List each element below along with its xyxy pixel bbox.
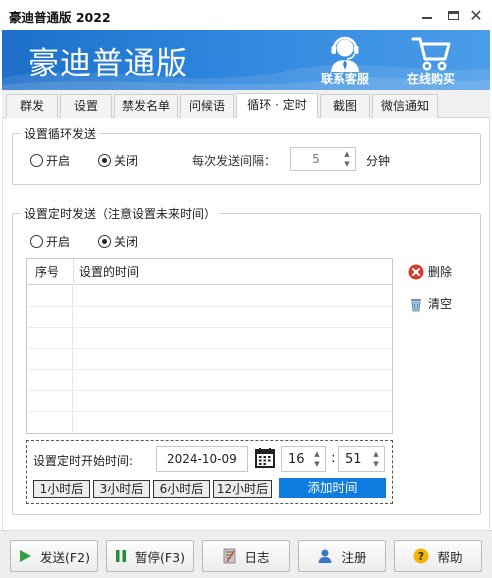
column-index: 序号: [35, 265, 60, 279]
send-label: 发送(F2): [40, 549, 90, 565]
buy-online-button[interactable]: 在线购买: [396, 32, 466, 90]
delete-button[interactable]: 删除: [408, 263, 452, 280]
interval-unit: 分钟: [366, 154, 391, 168]
footer-toolbar: 发送(F2) 暂停(F3) 日志 注册 ? 帮助: [0, 530, 492, 578]
time-separator: :: [331, 450, 336, 466]
interval-label: 每次发送间隔：: [192, 154, 277, 168]
pause-button[interactable]: 暂停(F3): [106, 540, 194, 572]
timed-list-table[interactable]: 序号 设置的时间: [26, 258, 393, 434]
title-bar: 豪迪普通版 2022 ✕: [0, 0, 492, 30]
delete-label: 删除: [428, 265, 453, 279]
column-time: 设置的时间: [79, 265, 140, 279]
minute-stepper[interactable]: 51 ▲ ▼: [338, 446, 385, 472]
tab-settings[interactable]: 设置: [60, 94, 112, 118]
tab-wechat-notify[interactable]: 微信通知: [372, 94, 438, 118]
register-label: 注册: [341, 549, 367, 565]
loop-on-label: 开启: [46, 154, 71, 168]
trash-can-icon: [411, 298, 421, 311]
hour-stepper[interactable]: 16 ▲ ▼: [281, 446, 326, 472]
log-label: 日志: [244, 549, 270, 565]
tab-loop-timer[interactable]: 循环 · 定时: [236, 93, 318, 118]
clear-label: 清空: [428, 297, 453, 311]
window-title: 豪迪普通版 2022: [9, 10, 111, 25]
table-row[interactable]: [27, 328, 392, 349]
minute-value: 51: [345, 452, 362, 467]
minimize-icon: [422, 17, 432, 19]
help-label: 帮助: [437, 549, 463, 565]
red-x-icon: [408, 264, 424, 279]
hour-value: 16: [288, 452, 305, 467]
clear-button[interactable]: 清空: [408, 295, 452, 312]
stepper-arrows-icon[interactable]: ▲ ▼: [370, 449, 382, 469]
close-button[interactable]: ✕: [466, 5, 486, 25]
svg-text:?: ?: [418, 550, 424, 563]
table-row[interactable]: [27, 370, 392, 391]
loop-group-title: 设置循环发送: [21, 125, 100, 142]
table-row[interactable]: [27, 391, 392, 412]
help-button[interactable]: ? 帮助: [394, 540, 482, 572]
quick-6-hours-button[interactable]: 6小时后: [153, 480, 210, 498]
table-header: 序号 设置的时间: [27, 259, 392, 285]
table-row[interactable]: [27, 286, 392, 307]
calendar-icon[interactable]: [254, 447, 276, 469]
question-icon: ?: [413, 548, 429, 564]
quick-1-hour-button[interactable]: 1小时后: [33, 480, 90, 498]
pause-icon: [116, 550, 127, 562]
shopping-cart-icon: [411, 37, 451, 71]
radio-dot: [30, 154, 43, 167]
quick-3-hours-button[interactable]: 3小时后: [93, 480, 150, 498]
tab-blocklist[interactable]: 禁发名单: [114, 94, 178, 118]
date-input[interactable]: 2024-10-09: [156, 446, 248, 472]
table-row[interactable]: [27, 307, 392, 328]
timed-off-label: 关闭: [114, 235, 139, 249]
radio-dot: [98, 235, 111, 248]
headset-agent-icon: [331, 36, 359, 72]
stepper-arrows-icon[interactable]: ▲ ▼: [341, 149, 353, 169]
shop-label: 在线购买: [406, 72, 455, 86]
minimize-button[interactable]: [417, 5, 437, 25]
column-divider: [73, 259, 74, 285]
loop-off-radio[interactable]: 关闭: [98, 152, 138, 169]
loop-on-radio[interactable]: 开启: [30, 152, 70, 169]
interval-value: 5: [312, 152, 320, 166]
play-icon: [20, 550, 32, 562]
radio-dot: [30, 235, 43, 248]
support-label: 联系客服: [320, 72, 369, 86]
send-button[interactable]: 发送(F2): [10, 540, 98, 572]
tab-strip: 群发 设置 禁发名单 问候语 循环 · 定时 截图 微信通知: [2, 90, 490, 118]
quick-12-hours-button[interactable]: 12小时后: [213, 480, 272, 498]
banner-title: 豪迪普通版: [28, 46, 188, 82]
table-row[interactable]: [27, 349, 392, 370]
timed-off-radio[interactable]: 关闭: [98, 233, 138, 250]
timed-on-label: 开启: [46, 235, 71, 249]
timed-group-title: 设置定时发送（注意设置未来时间）: [21, 205, 220, 222]
tab-greetings[interactable]: 问候语: [180, 94, 234, 118]
interval-stepper[interactable]: 5 ▲ ▼: [290, 147, 356, 171]
radio-dot: [98, 154, 111, 167]
add-time-button[interactable]: 添加时间: [279, 478, 386, 498]
log-button[interactable]: 日志: [202, 540, 290, 572]
loop-off-label: 关闭: [114, 154, 139, 168]
pause-label: 暂停(F3): [135, 549, 185, 565]
start-time-label: 设置定时开始时间:: [33, 454, 134, 468]
tab-group-send[interactable]: 群发: [6, 94, 58, 118]
user-icon: [318, 549, 332, 563]
stepper-arrows-icon[interactable]: ▲ ▼: [311, 449, 323, 469]
timed-on-radio[interactable]: 开启: [30, 233, 70, 250]
table-row[interactable]: [27, 412, 392, 433]
tab-screenshot[interactable]: 截图: [320, 94, 370, 118]
header-banner: 豪迪普通版 联系客服 在线购买: [2, 30, 490, 90]
close-icon: ✕: [469, 5, 483, 25]
maximize-icon: [447, 10, 459, 20]
notebook-icon: [224, 548, 236, 564]
contact-support-button[interactable]: 联系客服: [310, 32, 380, 90]
register-button[interactable]: 注册: [298, 540, 386, 572]
maximize-button[interactable]: [443, 5, 463, 25]
